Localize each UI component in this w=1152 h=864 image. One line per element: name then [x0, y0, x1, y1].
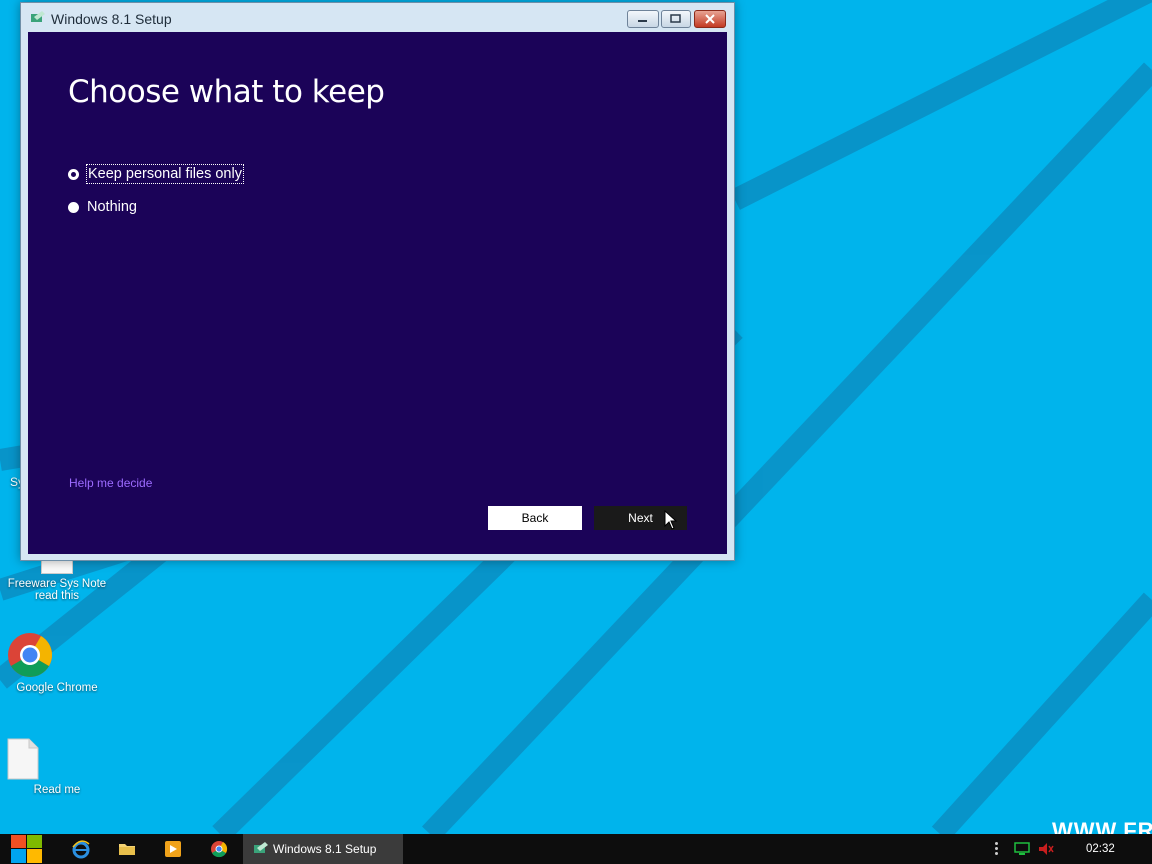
page-title: Choose what to keep	[68, 74, 385, 110]
radio-button[interactable]	[68, 201, 79, 213]
radio-button-selected[interactable]	[68, 168, 79, 180]
option-nothing[interactable]: Nothing	[68, 199, 137, 215]
setup-window: Windows 8.1 Setup Choose what to keep Ke…	[20, 2, 735, 561]
close-icon	[705, 14, 715, 24]
volume-muted-icon[interactable]	[1037, 841, 1055, 857]
taskbar-item-windows-setup[interactable]: Windows 8.1 Setup	[243, 834, 403, 864]
back-button[interactable]: Back	[488, 506, 582, 530]
chrome-icon	[8, 632, 80, 678]
watermark: WWW.FR	[1052, 818, 1152, 834]
desktop-icon-label: Google Chrome	[16, 682, 98, 694]
taskbar: Windows 8.1 Setup 02:32	[0, 834, 1152, 864]
help-me-decide-link[interactable]: Help me decide	[69, 476, 152, 490]
clock[interactable]: 02:32	[1086, 843, 1115, 855]
desktop-icon-label: read this	[34, 590, 80, 602]
tray-overflow-icon[interactable]	[995, 842, 999, 857]
title-bar[interactable]: Windows 8.1 Setup	[21, 3, 734, 31]
text-file-icon	[7, 738, 73, 780]
mouse-cursor-icon	[664, 510, 678, 530]
chrome-icon[interactable]	[209, 839, 229, 859]
close-button[interactable]	[694, 10, 726, 28]
setup-app-icon	[254, 842, 268, 853]
desktop-icon-read-me[interactable]: Read me	[7, 738, 107, 796]
option-keep-personal-files[interactable]: Keep personal files only	[68, 164, 244, 184]
option-label: Nothing	[87, 199, 137, 215]
media-player-icon[interactable]	[163, 839, 183, 859]
desktop-icon-google-chrome[interactable]: Google Chrome	[7, 632, 107, 694]
window-title: Windows 8.1 Setup	[51, 11, 172, 27]
setup-app-icon	[31, 11, 45, 22]
minimize-icon	[638, 20, 647, 22]
file-explorer-icon[interactable]	[117, 839, 137, 859]
minimize-button[interactable]	[627, 10, 659, 28]
maximize-button[interactable]	[661, 10, 691, 28]
option-label: Keep personal files only	[86, 164, 244, 184]
internet-explorer-icon[interactable]	[71, 839, 91, 859]
maximize-icon	[670, 14, 681, 23]
start-button[interactable]	[8, 834, 44, 864]
desktop-icon-label: Freeware Sys Note	[7, 578, 107, 590]
setup-content: Choose what to keep Keep personal files …	[28, 32, 727, 554]
taskbar-item-label: Windows 8.1 Setup	[273, 842, 377, 856]
network-icon[interactable]	[1013, 841, 1031, 857]
desktop-icon-label: Read me	[33, 784, 81, 796]
